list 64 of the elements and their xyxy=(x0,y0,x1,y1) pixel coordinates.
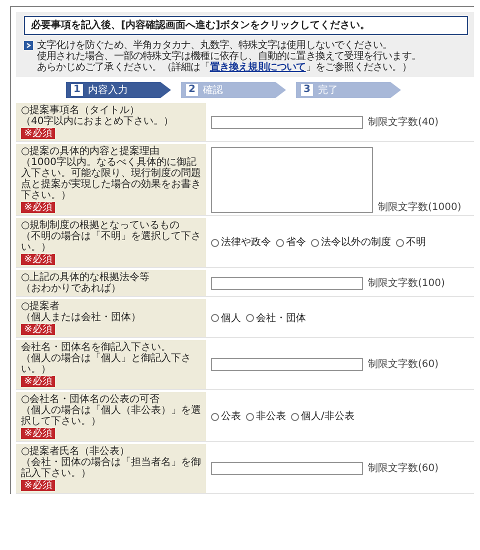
radio-button[interactable] xyxy=(211,412,219,420)
radio-button[interactable] xyxy=(396,238,404,246)
step-number: 2 xyxy=(186,84,198,96)
textarea-field[interactable] xyxy=(211,146,373,212)
text-field[interactable] xyxy=(211,276,363,290)
char-limit-text: 制限文字数(1000) xyxy=(378,202,462,213)
notice-text: 使用された場合、一部の特殊文字は機種に依存し、自動的に置き換えて受理を行います。 xyxy=(37,51,422,62)
option-label: 会社・団体 xyxy=(256,312,306,324)
field-hint: （個人の場合は「個人（非公表）」を選択して下さい。） xyxy=(21,405,201,427)
field-label: ○上記の具体的な根拠法令等 xyxy=(21,272,151,283)
radio-button[interactable] xyxy=(311,238,319,246)
radio-button[interactable] xyxy=(246,412,254,420)
radio-button[interactable] xyxy=(211,238,219,246)
notice-text: 文字化けを防ぐため、半角カタカナ、丸数字、特殊文字は使用しないでください。 xyxy=(37,40,394,51)
step-label: 内容入力 xyxy=(88,84,128,96)
option-label: 公表 xyxy=(221,411,241,422)
required-badge: ※必須 xyxy=(21,480,56,491)
option-label: 不明 xyxy=(406,237,426,248)
char-limit-text: 制限文字数(100) xyxy=(368,278,445,288)
radio-button[interactable] xyxy=(291,412,299,420)
text-field[interactable] xyxy=(211,116,363,128)
step-label: 完了 xyxy=(318,84,338,96)
rules-link[interactable]: 置き換え規則について xyxy=(210,62,306,73)
radio-button[interactable] xyxy=(246,314,254,322)
required-badge: ※必須 xyxy=(21,428,56,439)
char-limit-text: 制限文字数(40) xyxy=(368,116,439,128)
field-label: ○会社名・団体名の公表の可否 xyxy=(21,394,160,405)
required-badge: ※必須 xyxy=(21,128,56,139)
required-badge: ※必須 xyxy=(21,376,56,387)
field-hint: （個人または会社・団体） xyxy=(21,312,142,323)
required-badge: ※必須 xyxy=(21,254,56,265)
field-label: ○提案事項名（タイトル） xyxy=(21,105,141,116)
char-limit-text: 制限文字数(60) xyxy=(368,359,439,370)
char-limit-text: 制限文字数(60) xyxy=(368,463,439,474)
field-label: ○提案者 xyxy=(21,301,61,312)
option-label: 個人 xyxy=(221,312,241,324)
field-label: ○提案者氏名（非公表） xyxy=(21,446,130,457)
radio-button[interactable] xyxy=(276,238,284,246)
field-hint: （個人の場合は「個人」と御記入下さい。） xyxy=(21,353,192,375)
required-badge: ※必須 xyxy=(21,324,56,335)
notice-text: あらかじめご了承ください。（詳細は「 xyxy=(37,62,210,73)
field-hint: （不明の場合は「不明」を選択して下さい。） xyxy=(21,231,201,253)
text-field[interactable] xyxy=(211,462,363,475)
field-label: ○提案の具体的内容と提案理由 xyxy=(21,146,161,157)
field-hint: （おわかりであれば） xyxy=(21,283,122,294)
field-hint: （会社・団体の場合は「担当者名」を御記入下さい。） xyxy=(21,457,201,479)
field-hint: （40字以内におまとめ下さい。） xyxy=(21,116,175,127)
required-badge: ※必須 xyxy=(21,202,56,213)
option-label: 法律や政令 xyxy=(221,237,271,248)
notice-text: 」をご参照ください。） xyxy=(306,62,412,73)
field-label: ○規制制度の根拠となっているもの xyxy=(21,220,181,231)
field-hint: （1000字以内。なるべく具体的に御記入下さい。可能な限り、現行制度の問題点と提案が実現した場合の効果をお書き下さい。） xyxy=(21,157,201,201)
option-label: 非公表 xyxy=(256,411,286,422)
step-number: 1 xyxy=(71,84,83,96)
option-label: 法令以外の制度 xyxy=(321,237,391,248)
field-label: 会社名・団体名を御記入下さい。 xyxy=(21,342,171,353)
step-number: 3 xyxy=(301,84,313,96)
info-icon xyxy=(24,41,33,50)
radio-button[interactable] xyxy=(211,314,219,322)
option-label: 個人/非公表 xyxy=(301,411,354,422)
step-label: 確認 xyxy=(203,84,223,96)
text-field[interactable] xyxy=(211,358,363,371)
option-label: 省令 xyxy=(286,237,306,248)
instruction-banner: 必要事項を記入後、[内容確認画面へ進む]ボタンをクリックしてください。 xyxy=(24,16,468,35)
